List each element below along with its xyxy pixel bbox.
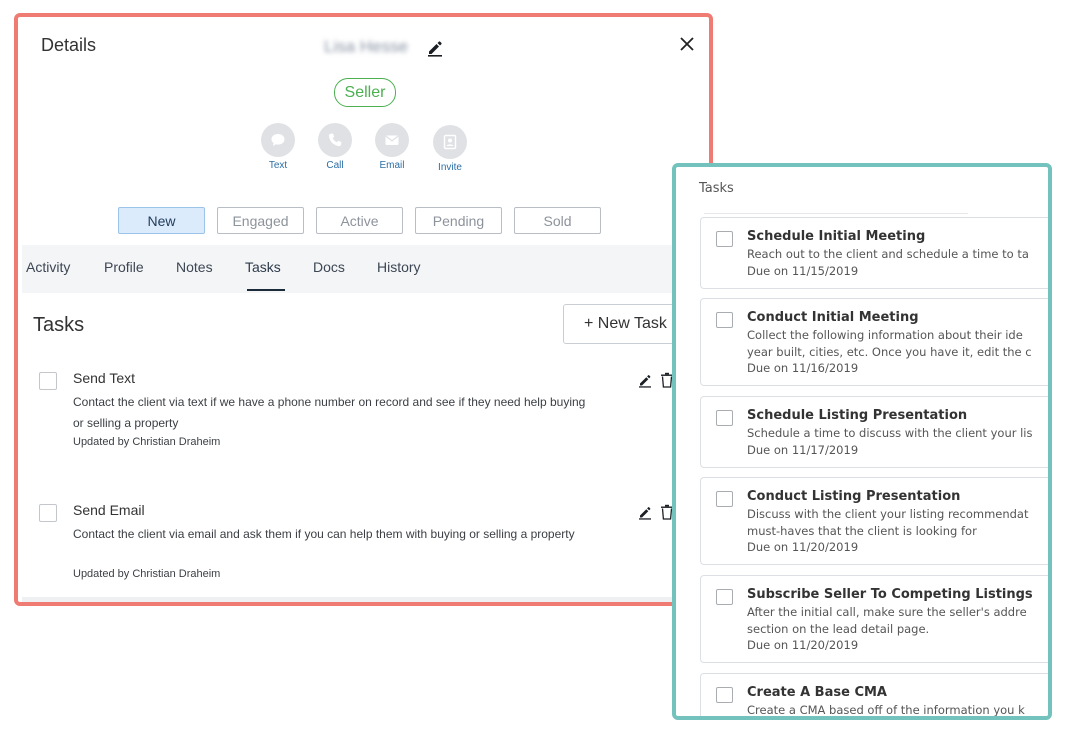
tab-docs[interactable]: Docs	[313, 259, 345, 275]
task-template-title: Schedule Initial Meeting	[747, 229, 926, 244]
task-template-description: section on the lead detail page.	[747, 622, 930, 636]
task-template-due: Due on 11/15/2019	[747, 264, 859, 278]
task-template-card[interactable]: Subscribe Seller To Competing Listings A…	[700, 575, 1048, 663]
selected-tab-indicator	[247, 289, 285, 291]
task-template-due: Due on 11/17/2019	[747, 443, 859, 457]
stage-sold-button[interactable]: Sold	[514, 207, 601, 234]
task-template-due: Due on 11/16/2019	[747, 361, 859, 375]
task-template-card[interactable]: Create A Base CMA Create a CMA based off…	[700, 673, 1048, 717]
divider	[704, 213, 968, 214]
email-action-label: Email	[379, 160, 405, 171]
task-templates-header: Tasks	[699, 181, 734, 196]
task-template-card[interactable]: Schedule Initial Meeting Reach out to th…	[700, 217, 1048, 289]
task-description: Contact the client via text if we have a…	[73, 395, 586, 430]
phone-icon	[328, 133, 342, 147]
stage-engaged-button[interactable]: Engaged	[217, 207, 304, 234]
tasks-heading: Tasks	[33, 314, 85, 336]
task-checkbox[interactable]	[39, 372, 57, 390]
edit-pencil-icon[interactable]	[425, 37, 445, 57]
task-template-title: Conduct Listing Presentation	[747, 489, 961, 504]
task-template-due: Due on 11/20/2019	[747, 638, 859, 652]
details-title: Details	[41, 35, 97, 55]
task-template-checkbox[interactable]	[716, 312, 733, 328]
tab-profile[interactable]: Profile	[104, 259, 144, 275]
task-template-checkbox[interactable]	[716, 410, 733, 426]
task-templates-panel: Tasks Schedule Initial Meeting Reach out…	[672, 163, 1052, 720]
task-template-due: Due on 11/20/2019	[747, 540, 859, 554]
task-template-description: Schedule a time to discuss with the clie…	[747, 426, 1033, 440]
tab-tasks[interactable]: Tasks	[245, 259, 281, 275]
stage-active-button[interactable]: Active	[316, 207, 403, 234]
call-action-button[interactable]: Call	[310, 123, 360, 171]
stage-new-button[interactable]: New	[118, 207, 205, 234]
task-title: Send Email	[73, 502, 145, 518]
tabs-bar: Activity Profile Notes Tasks Docs Histor…	[22, 245, 709, 293]
tab-activity[interactable]: Activity	[26, 259, 70, 275]
panel-footer-strip	[22, 597, 709, 602]
task-template-description: Collect the following information about …	[747, 328, 1023, 342]
task-template-checkbox[interactable]	[716, 589, 733, 605]
email-action-button[interactable]: Email	[367, 123, 417, 171]
task-template-title: Schedule Listing Presentation	[747, 408, 968, 423]
task-template-description: Reach out to the client and schedule a t…	[747, 247, 1029, 261]
task-template-title: Conduct Initial Meeting	[747, 310, 919, 325]
call-action-label: Call	[326, 160, 344, 171]
task-template-description: Discuss with the client your listing rec…	[747, 507, 1029, 521]
tab-notes[interactable]: Notes	[176, 259, 213, 275]
text-action-label: Text	[268, 160, 288, 171]
task-template-card[interactable]: Conduct Initial Meeting Collect the foll…	[700, 298, 1048, 386]
task-template-checkbox[interactable]	[716, 687, 733, 703]
seller-badge: Seller	[334, 78, 396, 107]
tab-history[interactable]: History	[377, 259, 421, 275]
task-updated-by: Updated by Christian Draheim	[73, 436, 221, 448]
envelope-icon	[385, 135, 399, 145]
task-title: Send Text	[73, 370, 136, 386]
task-template-description: year built, cities, etc. Once you have i…	[747, 345, 1032, 359]
task-template-title: Subscribe Seller To Competing Listings	[747, 587, 1033, 602]
task-description: Contact the client via email and ask the…	[73, 527, 575, 541]
task-template-card[interactable]: Schedule Listing Presentation Schedule a…	[700, 396, 1048, 468]
task-template-title: Create A Base CMA	[747, 685, 887, 700]
invite-action-button[interactable]: Invite	[425, 125, 475, 173]
task-template-description: must-haves that the client is looking fo…	[747, 524, 977, 538]
chat-icon	[271, 134, 285, 146]
details-panel: Details Lisa Hesse Seller Text Call Emai…	[14, 13, 713, 606]
task-template-card[interactable]: Conduct Listing Presentation Discuss wit…	[700, 477, 1048, 565]
invite-action-label: Invite	[438, 162, 462, 173]
task-template-description: Create a CMA based off of the informatio…	[747, 703, 1025, 717]
task-template-checkbox[interactable]	[716, 231, 733, 247]
task-template-checkbox[interactable]	[716, 491, 733, 507]
close-icon[interactable]	[678, 35, 696, 53]
contact-card-icon	[443, 134, 457, 150]
text-action-button[interactable]: Text	[253, 123, 303, 171]
task-updated-by: Updated by Christian Draheim	[73, 568, 221, 580]
edit-pencil-icon[interactable]	[637, 504, 653, 520]
task-template-description: After the initial call, make sure the se…	[747, 605, 1027, 619]
task-checkbox[interactable]	[39, 504, 57, 522]
stage-pending-button[interactable]: Pending	[415, 207, 502, 234]
edit-pencil-icon[interactable]	[637, 372, 653, 388]
lead-name: Lisa Hesse	[324, 37, 409, 56]
